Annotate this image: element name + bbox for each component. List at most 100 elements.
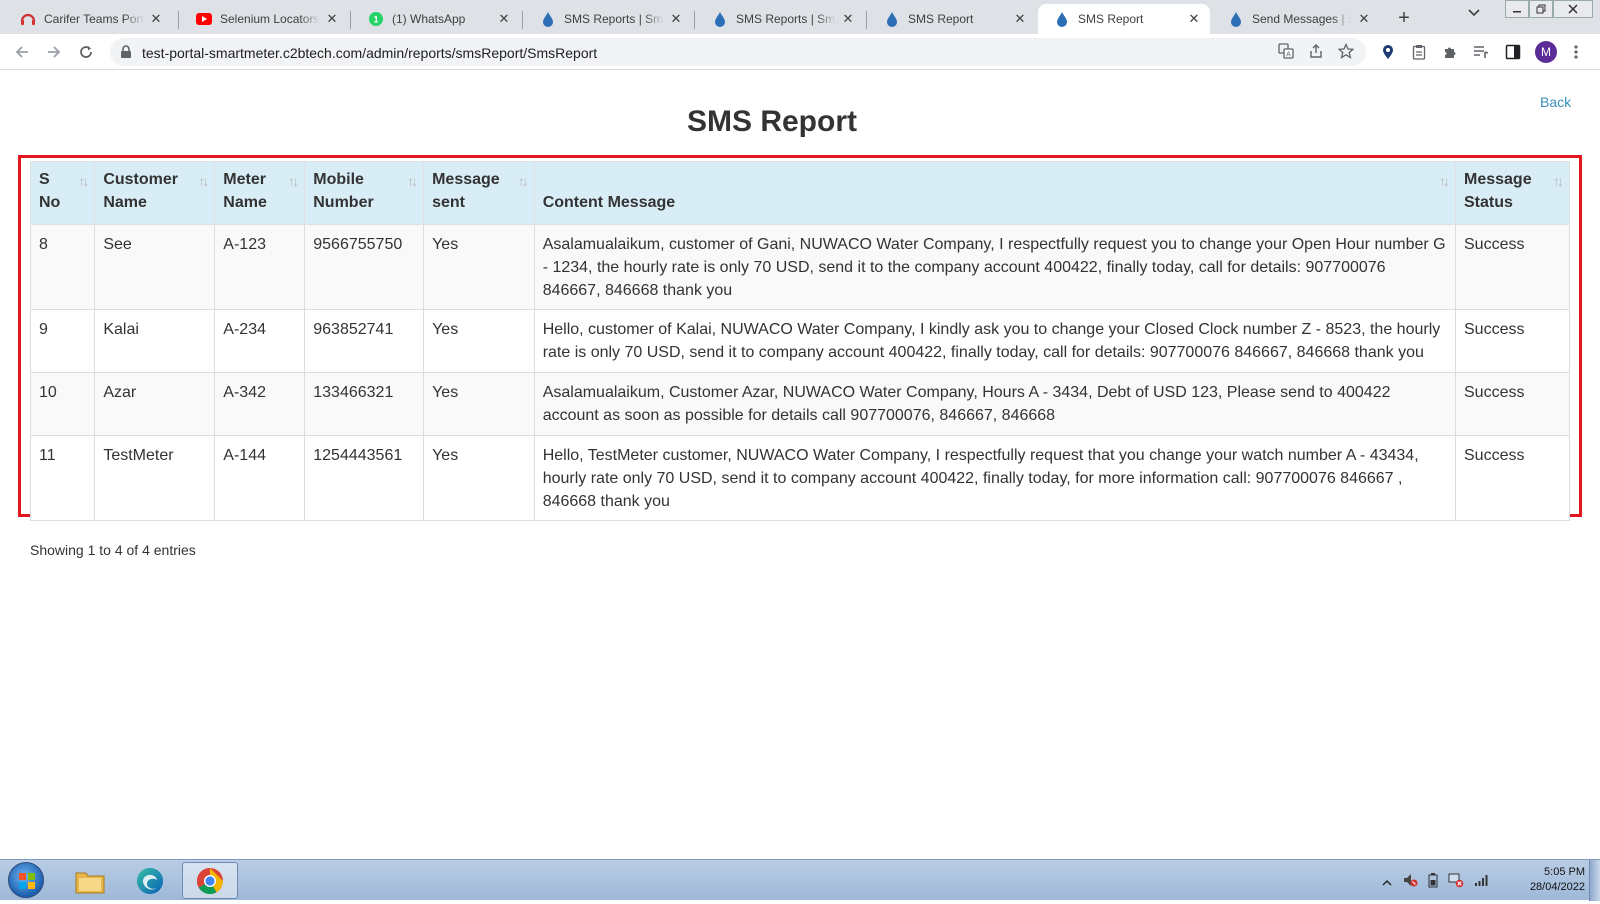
taskbar-clock[interactable]: 5:05 PM 28/04/2022 [1505, 865, 1585, 895]
sort-icon[interactable]: ↑↓ [1553, 170, 1564, 193]
back-arrow-icon[interactable] [10, 40, 34, 64]
new-tab-button[interactable]: + [1392, 7, 1416, 29]
cell-meter-name: A-144 [214, 435, 306, 521]
chrome-browser-icon[interactable] [182, 862, 238, 899]
cell-message-sent: Yes [423, 372, 535, 436]
browser-tab-sms-reports-1[interactable]: SMS Reports | Smart ✕ [524, 4, 692, 34]
table-info: Showing 1 to 4 of 4 entries [30, 542, 196, 558]
close-icon[interactable]: ✕ [1186, 11, 1202, 27]
translate-icon[interactable]: A [1278, 43, 1294, 64]
cell-mobile-number: 963852741 [304, 309, 425, 373]
signal-bars-icon[interactable] [1474, 873, 1490, 892]
tab-title: SMS Reports | Smart [564, 12, 664, 26]
url-text: test-portal-smartmeter.c2btech.com/admin… [142, 45, 598, 61]
windows-start-icon[interactable] [8, 862, 44, 898]
youtube-icon [196, 11, 212, 27]
media-queue-icon[interactable] [1471, 42, 1491, 62]
browser-toolbar: test-portal-smartmeter.c2btech.com/admin… [0, 34, 1600, 70]
column-header-message-status[interactable]: Message Status ↑↓ [1455, 161, 1570, 225]
share-icon[interactable] [1308, 43, 1324, 64]
tab-title: Selenium Locators - [220, 12, 320, 26]
sort-icon[interactable]: ↑↓ [1439, 170, 1450, 193]
cell-mobile-number: 133466321 [304, 372, 425, 436]
windows-taskbar: 5:05 PM 28/04/2022 [0, 859, 1600, 901]
clipboard-icon[interactable] [1409, 42, 1429, 62]
kebab-menu-icon[interactable] [1566, 42, 1586, 62]
restore-icon[interactable] [1529, 0, 1553, 18]
cell-meter-name: A-342 [214, 372, 306, 436]
tab-title: Send Messages | Sm [1252, 12, 1352, 26]
edge-browser-icon[interactable] [122, 862, 178, 899]
file-explorer-icon[interactable] [62, 862, 118, 899]
tab-title: Carifer Teams Portal [44, 12, 144, 26]
cell-message-sent: Yes [423, 435, 535, 521]
cell-message-status: Success [1455, 309, 1570, 373]
tab-title: SMS Report [908, 12, 974, 26]
browser-tab-sms-reports-2[interactable]: SMS Reports | Smart ✕ [696, 4, 864, 34]
cell-customer-name: See [94, 224, 216, 310]
browser-tab-sms-report-active[interactable]: SMS Report ✕ [1038, 4, 1210, 34]
browser-tab-strip: Carifer Teams Portal ✕ Selenium Locators… [0, 0, 1600, 34]
chevron-down-icon[interactable] [1468, 8, 1480, 20]
column-header-meter-name[interactable]: Meter Name ↑↓ [214, 161, 306, 225]
show-desktop-button[interactable] [1589, 860, 1600, 901]
puzzle-extension-icon[interactable] [1440, 42, 1460, 62]
close-icon[interactable]: ✕ [324, 11, 340, 27]
lock-icon[interactable] [120, 45, 132, 64]
sort-icon[interactable]: ↑↓ [78, 170, 89, 193]
cell-sno: 10 [29, 372, 96, 436]
chevron-up-icon[interactable] [1382, 874, 1392, 892]
tab-title: SMS Report [1078, 12, 1144, 26]
browser-tab-whatsapp[interactable]: 1 (1) WhatsApp ✕ [352, 4, 520, 34]
table-row: 10 Azar A-342 133466321 Yes Asalamualaik… [29, 372, 1570, 436]
cell-message-sent: Yes [423, 309, 535, 373]
column-header-customer-name[interactable]: Customer Name ↑↓ [94, 161, 216, 225]
water-drop-icon [712, 11, 728, 27]
cell-message-sent: Yes [423, 224, 535, 310]
forward-arrow-icon[interactable] [42, 40, 66, 64]
column-header-message-sent[interactable]: Message sent ↑↓ [423, 161, 535, 225]
close-icon[interactable]: ✕ [496, 11, 512, 27]
page-content: SMS Report Back S No ↑↓ Customer Name ↑↓ Met… [0, 71, 1600, 859]
address-bar[interactable]: test-portal-smartmeter.c2btech.com/admin… [110, 38, 1366, 66]
cell-content-message: Asalamualaikum, Customer Azar, NUWACO Wa… [533, 372, 1457, 436]
close-icon[interactable]: ✕ [1012, 11, 1028, 27]
browser-tab-sms-report-1[interactable]: SMS Report ✕ [868, 4, 1036, 34]
water-drop-icon [1228, 11, 1244, 27]
reload-icon[interactable] [74, 40, 98, 64]
clock-time: 5:05 PM [1544, 866, 1585, 878]
side-panel-icon[interactable] [1503, 42, 1523, 62]
bookmark-star-icon[interactable] [1337, 42, 1355, 64]
column-header-mobile-number[interactable]: Mobile Number ↑↓ [304, 161, 425, 225]
page-title: SMS Report [686, 105, 857, 138]
close-icon[interactable]: ✕ [840, 11, 856, 27]
sort-icon[interactable]: ↑↓ [288, 170, 299, 193]
cell-sno: 8 [29, 224, 96, 310]
sort-icon[interactable]: ↑↓ [198, 170, 209, 193]
speaker-muted-icon[interactable] [1402, 872, 1418, 893]
cell-sno: 9 [29, 309, 96, 373]
browser-tab-send-messages[interactable]: Send Messages | Sm ✕ [1212, 4, 1380, 34]
minimize-icon[interactable] [1505, 0, 1529, 18]
close-icon[interactable]: ✕ [668, 11, 684, 27]
sort-icon[interactable]: ↑↓ [518, 170, 529, 193]
close-icon[interactable]: ✕ [1356, 11, 1372, 27]
location-pin-icon[interactable] [1378, 42, 1398, 62]
browser-tab-selenium[interactable]: Selenium Locators - ✕ [180, 4, 348, 34]
cell-mobile-number: 9566755750 [304, 224, 425, 310]
window-close-icon[interactable] [1553, 0, 1593, 18]
battery-icon[interactable] [1428, 872, 1438, 893]
network-error-icon[interactable] [1448, 872, 1464, 893]
svg-text:A: A [1286, 52, 1291, 59]
close-icon[interactable]: ✕ [148, 11, 164, 27]
profile-avatar[interactable]: M [1535, 41, 1557, 63]
column-header-sno[interactable]: S No ↑↓ [29, 161, 96, 225]
sort-icon[interactable]: ↑↓ [407, 170, 418, 193]
back-link[interactable]: Back [1540, 94, 1571, 110]
water-drop-icon [1054, 11, 1070, 27]
cell-content-message: Asalamualaikum, customer of Gani, NUWACO… [533, 224, 1457, 310]
column-header-content-message[interactable]: Content Message ↑↓ [533, 161, 1457, 225]
cell-sno: 11 [29, 435, 96, 521]
browser-tab-carifer[interactable]: Carifer Teams Portal ✕ [4, 4, 172, 34]
cell-message-status: Success [1455, 372, 1570, 436]
